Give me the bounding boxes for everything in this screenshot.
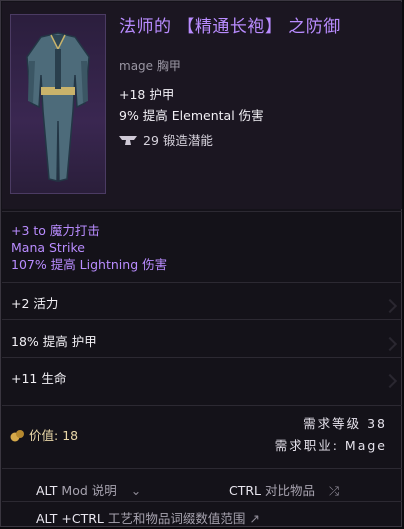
item-header: 法师的 【精通长袍】 之防御 mage 胸甲 +18 护甲 9% 提高 Elem… xyxy=(2,2,402,209)
mod-armor: 18% 提高 护甲 xyxy=(11,334,97,349)
required-class-label: 需求职业: xyxy=(274,438,339,453)
mod-vitality: +2 活力 xyxy=(11,296,59,311)
corner-ornament xyxy=(382,373,398,389)
affix-range-label: 工艺和物品词缀数值范围 xyxy=(107,511,246,526)
footer-shortcuts-row1: ALT Mod 说明 ⌄ CTRL 对比物品 ⤮ xyxy=(2,477,402,499)
forging-potential: 29 锻造潜能 xyxy=(119,130,213,149)
item-title: 法师的 【精通长袍】 之防御 xyxy=(119,17,341,37)
arrow-icon: ↗ xyxy=(249,511,260,526)
required-class-value: Mage xyxy=(344,438,387,453)
mod-health: +11 生命 xyxy=(11,371,67,386)
section-divider xyxy=(2,501,402,502)
footer-shortcuts-row2: ALT +CTRL 工艺和物品词缀数值范围 ↗ xyxy=(2,505,402,527)
forging-potential-text: 29 锻造潜能 xyxy=(143,133,213,148)
compare-item-shortcut[interactable]: CTRL 对比物品 ⤮ xyxy=(229,480,339,499)
chevron-down-icon: ⌄ xyxy=(130,483,142,498)
compare-icon: ⤮ xyxy=(329,483,340,498)
corner-ornament xyxy=(382,298,398,314)
required-class: 需求职业: Mage xyxy=(275,435,387,454)
value-amount: 18 xyxy=(62,428,79,443)
compare-item-label: 对比物品 xyxy=(265,483,316,498)
base-stat-armor: +18 护甲 xyxy=(119,87,175,102)
required-level-label: 需求等级 xyxy=(303,416,362,431)
base-stat-elemental-damage: 9% 提高 Elemental 伤害 xyxy=(119,108,264,123)
coin-bag-icon xyxy=(9,428,25,445)
section-divider xyxy=(2,319,402,320)
required-level: 需求等级 38 xyxy=(303,413,387,432)
alt-key: ALT xyxy=(36,483,58,498)
ctrl-key: CTRL xyxy=(229,483,262,498)
item-portrait xyxy=(10,14,106,194)
affix-line: +3 to 魔力打击 xyxy=(11,223,100,238)
unique-affixes: +3 to 魔力打击 Mana Strike 107% 提高 Lightning… xyxy=(11,222,167,273)
mod-description-shortcut[interactable]: ALT Mod 说明 ⌄ xyxy=(36,480,141,499)
alt-ctrl-key: ALT +CTRL xyxy=(36,511,104,526)
anvil-icon xyxy=(119,134,137,149)
section-divider xyxy=(2,357,402,358)
section-divider xyxy=(2,282,402,283)
item-value: 价值: 18 xyxy=(9,425,78,445)
section-divider xyxy=(2,211,402,212)
section-divider xyxy=(2,468,402,469)
value-label: 价值: xyxy=(29,428,59,443)
affix-range-shortcut[interactable]: ALT +CTRL 工艺和物品词缀数值范围 ↗ xyxy=(36,508,260,527)
item-subtype: mage 胸甲 xyxy=(119,59,181,73)
robe-icon xyxy=(26,32,90,182)
affix-line: 107% 提高 Lightning 伤害 xyxy=(11,257,168,272)
item-tooltip: 法师的 【精通长袍】 之防御 mage 胸甲 +18 护甲 9% 提高 Elem… xyxy=(0,0,402,527)
affix-line: Mana Strike xyxy=(11,240,85,255)
corner-ornament xyxy=(382,336,398,352)
mod-description-label: Mod 说明 xyxy=(61,483,117,498)
section-divider xyxy=(2,405,402,406)
required-level-value: 38 xyxy=(367,416,387,431)
